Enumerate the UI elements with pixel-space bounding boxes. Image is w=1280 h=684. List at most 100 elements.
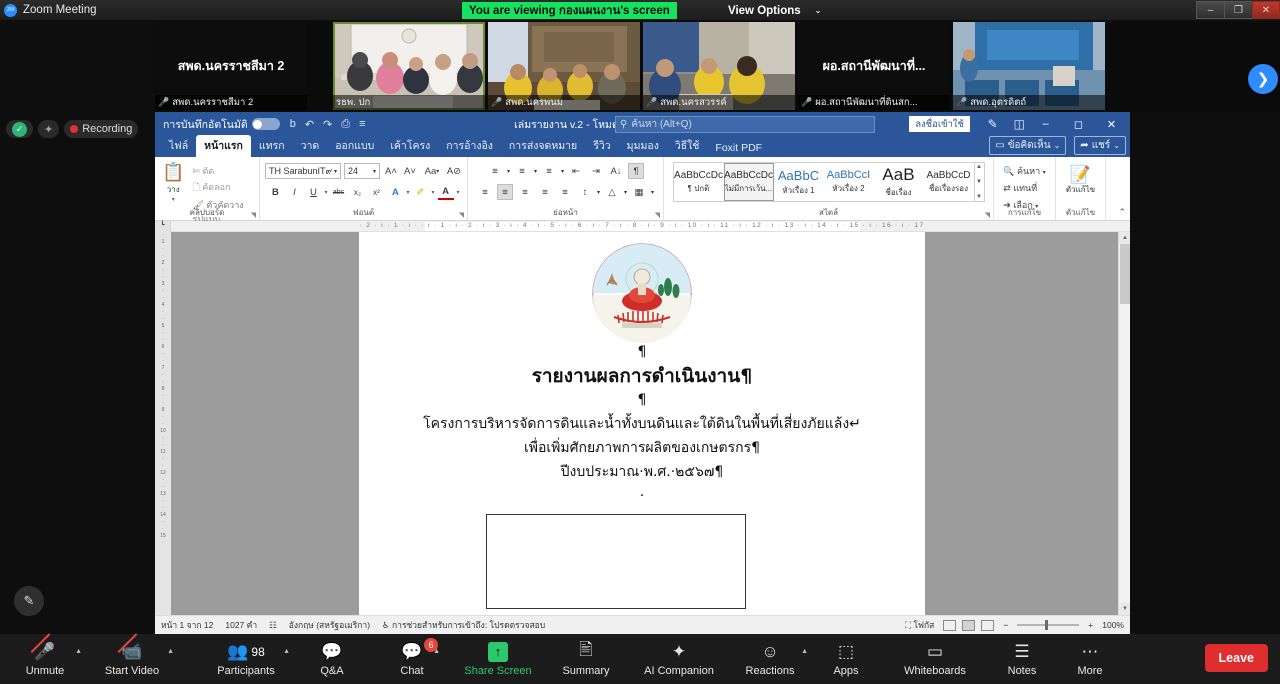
font-color-button[interactable]: A [438, 184, 454, 200]
tab-layout[interactable]: เค้าโครง [382, 135, 438, 157]
clipboard-dialog-launcher[interactable]: ◥ [251, 211, 256, 219]
show-formatting-marks-button[interactable]: ¶ [628, 163, 644, 179]
thumbnail-1[interactable]: รธพ. ปก [333, 22, 485, 110]
italic-button[interactable]: I [286, 184, 302, 200]
language-indicator[interactable]: อังกฤษ (สหรัฐอเมริกา) [289, 618, 370, 632]
line-spacing-button[interactable]: ↕ [577, 184, 593, 200]
style-subtitle[interactable]: AaBbCcD ชื่อเรื่องรอง [924, 163, 974, 201]
more-button[interactable]: ⋯ More [1068, 634, 1112, 684]
collapse-ribbon-button[interactable]: ⌃ [1118, 207, 1126, 218]
thumbnail-0[interactable]: สพด.นครราชสีมา 2 🎤 สพด.นครราชสีมา 2 [155, 22, 307, 110]
read-mode-button[interactable] [943, 620, 956, 631]
styles-more-icon[interactable]: ▼ [976, 194, 982, 200]
tab-insert[interactable]: แทรก [251, 135, 293, 157]
scroll-down-icon[interactable]: ▼ [976, 179, 982, 185]
paragraph-dialog-launcher[interactable]: ◥ [655, 211, 660, 219]
unmute-button[interactable]: 🎤 Unmute ▲ [14, 634, 76, 684]
thumbnail-3[interactable]: 🎤 สพด.นครสวรรค์ [643, 22, 795, 110]
word-search-input[interactable]: ⚲ ค้นหา (Alt+Q) [615, 116, 875, 133]
align-left-button[interactable]: ≡ [477, 184, 493, 200]
proofing-icon[interactable]: ☷ [269, 620, 277, 631]
style-normal[interactable]: AaBbCcDc ¶ ปกติ [674, 163, 724, 201]
comments-button[interactable]: ▭ ข้อคิดเห็น ⌄ [989, 136, 1066, 155]
font-dialog-launcher[interactable]: ◥ [459, 211, 464, 219]
redo-icon[interactable]: ↷ [323, 118, 332, 131]
align-right-button[interactable]: ≡ [517, 184, 533, 200]
bold-button[interactable]: B [267, 184, 283, 200]
text-effects-button[interactable]: A [387, 184, 403, 200]
word-close-button[interactable]: ✕ [1095, 112, 1128, 136]
tab-stop-selector[interactable]: ┗ [155, 221, 171, 232]
decrease-indent-button[interactable]: ⇤ [568, 163, 584, 179]
styles-scrollbar[interactable]: ▲ ▼ ▼ [974, 163, 984, 201]
find-button[interactable]: 🔍 ค้นหา ▾ [1003, 164, 1045, 178]
minimize-button[interactable]: – [1196, 1, 1224, 19]
word-minimize-button[interactable]: – [1029, 112, 1062, 136]
subscript-button[interactable]: x₂ [349, 184, 365, 200]
summary-button[interactable]: 🖹 Summary [554, 634, 618, 684]
print-layout-button[interactable] [962, 620, 975, 631]
reactions-button[interactable]: ☺ Reactions ▲ [738, 634, 802, 684]
ai-companion-status[interactable]: ✦ [38, 120, 59, 138]
print-preview-icon[interactable]: ⎙ [341, 118, 350, 131]
ink-pen-icon[interactable]: ✎ [988, 117, 998, 131]
align-center-button[interactable]: ≡ [497, 184, 513, 200]
encryption-status[interactable]: ✓ [6, 120, 33, 138]
font-name-combo[interactable]: TH SarabunIT๙ ▾ [265, 163, 341, 179]
superscript-button[interactable]: x² [368, 184, 384, 200]
underline-dropdown-icon[interactable]: ▾ [324, 189, 327, 196]
web-layout-button[interactable] [981, 620, 994, 631]
tab-foxit-pdf[interactable]: Foxit PDF [707, 140, 770, 157]
ribbon-display-icon[interactable]: ◫ [1014, 117, 1025, 131]
focus-mode-button[interactable]: ⛶ โฟกัส [905, 618, 934, 632]
numbering-button[interactable]: ≡ [514, 163, 530, 179]
change-case-button[interactable]: Aa ▾ [421, 163, 443, 179]
replace-button[interactable]: ⇄ แทนที่ [1003, 181, 1037, 195]
tab-mailings[interactable]: การส่งจดหมาย [501, 135, 585, 157]
scroll-up-icon[interactable]: ▲ [976, 164, 982, 170]
vertical-ruler[interactable]: · 1 · · 2 · · 3 · · 4 · · 5 · · 6 · · 7 · · 8 · · 9 · · 10 · · 11 · · 12 · ·… [155, 232, 171, 615]
autosave-switch-icon[interactable] [252, 118, 280, 130]
recording-status[interactable]: Recording [64, 120, 138, 138]
document-vertical-scrollbar[interactable]: ▲ ▼ [1118, 232, 1130, 615]
page-indicator[interactable]: หน้า 1 จาก 12 [161, 618, 213, 632]
word-count[interactable]: 1027 คำ [225, 618, 257, 632]
participants-chevron-icon[interactable]: ▲ [283, 648, 290, 655]
apps-button[interactable]: ⬚ Apps [824, 634, 868, 684]
leave-button[interactable]: Leave [1205, 644, 1268, 672]
borders-button[interactable]: ▦ [631, 184, 647, 200]
notes-button[interactable]: ☰ Notes [998, 634, 1046, 684]
underline-button[interactable]: U [305, 184, 321, 200]
start-video-button[interactable]: 📹 Start Video ▲ [96, 634, 168, 684]
style-title[interactable]: AaB ชื่อเรื่อง [874, 163, 924, 201]
clear-formatting-button[interactable]: A⊘ [446, 163, 462, 179]
font-size-combo[interactable]: 24 ▾ [344, 163, 380, 179]
annotate-button[interactable]: ✎ [14, 586, 44, 616]
cut-button[interactable]: ✄ ตัด [192, 164, 254, 178]
tab-view[interactable]: มุมมอง [619, 135, 667, 157]
zoom-level[interactable]: 100% [1102, 620, 1124, 630]
tab-references[interactable]: การอ้างอิง [438, 135, 501, 157]
accessibility-status[interactable]: ♿ การช่วยสำหรับการเข้าถึง: โปรดตรวจสอบ [382, 618, 545, 632]
shading-button[interactable]: △ [604, 184, 620, 200]
ai-companion-button[interactable]: ✦ AI Companion [636, 634, 722, 684]
close-button[interactable]: ✕ [1252, 1, 1280, 19]
maximize-button[interactable]: ❐ [1224, 1, 1252, 19]
scroll-up-icon[interactable]: ▲ [1119, 232, 1130, 244]
paste-dropdown-icon[interactable]: ▾ [172, 196, 175, 203]
horizontal-ruler[interactable]: ┗ ∙ 2 ∙ ı ∙ 1 ∙ ı ∙ ∙ ı ∙ 1 ∙ ı ∙ 2 ∙ ı … [155, 221, 1130, 232]
styles-dialog-launcher[interactable]: ◥ [985, 211, 990, 219]
tab-review[interactable]: รีวิว [585, 135, 618, 157]
chat-button[interactable]: 💬 6 Chat ▲ [390, 634, 434, 684]
tab-draw[interactable]: วาด [293, 135, 328, 157]
view-options-button[interactable]: View Options ⌄ [722, 2, 827, 19]
editor-button[interactable]: 📝 ตัวแก้ไข [1066, 160, 1095, 194]
share-screen-button[interactable]: ↑ Share Screen [458, 634, 538, 684]
share-button[interactable]: ➦ แชร์ ⌄ [1074, 136, 1126, 155]
scrollbar-thumb[interactable] [1120, 244, 1130, 304]
tab-file[interactable]: ไฟล์ [161, 135, 196, 157]
highlight-button[interactable]: ✐ [413, 184, 429, 200]
customize-qat-icon[interactable]: ≡ [359, 118, 365, 130]
next-page-button[interactable]: ❯ [1248, 64, 1278, 94]
document-page[interactable]: ¶ รายงานผลการดำเนินงาน¶ ¶ โครงการบริหารจ… [359, 232, 925, 615]
